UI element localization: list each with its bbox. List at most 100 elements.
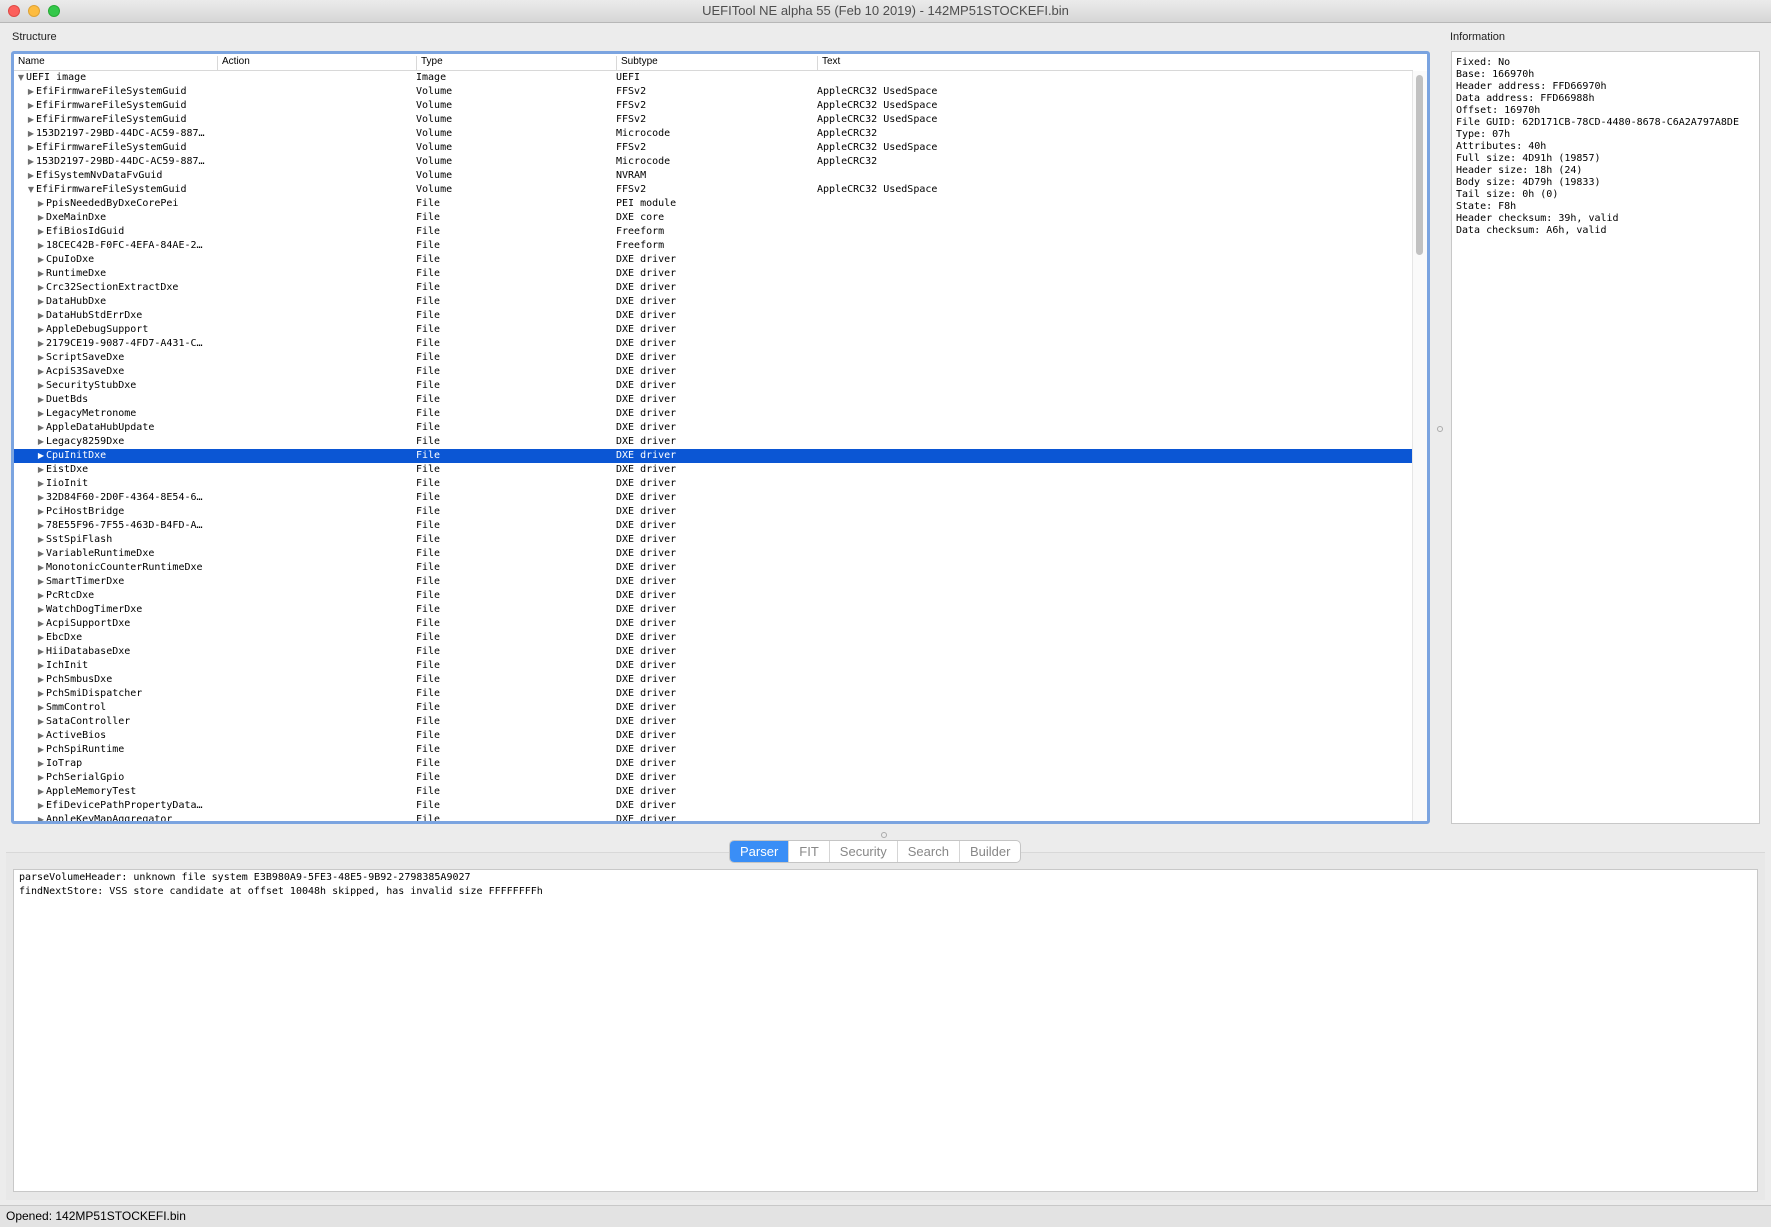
tree-row[interactable]: ▶ HiiDatabaseDxe File DXE driver [14, 645, 1413, 659]
expand-triangle-right-icon[interactable]: ▶ [36, 295, 46, 309]
tree-row[interactable]: ▶ DxeMainDxe File DXE core [14, 211, 1413, 225]
expand-triangle-right-icon[interactable]: ▶ [26, 127, 36, 141]
expand-triangle-right-icon[interactable]: ▶ [36, 715, 46, 729]
expand-triangle-right-icon[interactable]: ▶ [36, 267, 46, 281]
tree-row[interactable]: ▶ SataController File DXE driver [14, 715, 1413, 729]
tree-row[interactable]: ▶ PciHostBridge File DXE driver [14, 505, 1413, 519]
tree-row[interactable]: ▶ PchSmbusDxe File DXE driver [14, 673, 1413, 687]
tree-row[interactable]: ▶ PchSmiDispatcher File DXE driver [14, 687, 1413, 701]
tree-row[interactable]: ▶ AcpiS3SaveDxe File DXE driver [14, 365, 1413, 379]
tree-row[interactable]: ▶ AppleDebugSupport File DXE driver [14, 323, 1413, 337]
tree-row[interactable]: ▶ 32D84F60-2D0F-4364-8E54-6… File DXE drive… [14, 491, 1413, 505]
expand-triangle-right-icon[interactable]: ▶ [36, 687, 46, 701]
expand-triangle-right-icon[interactable]: ▶ [36, 365, 46, 379]
expand-triangle-down-icon[interactable]: ▼ [26, 183, 36, 197]
expand-triangle-right-icon[interactable]: ▶ [36, 701, 46, 715]
expand-triangle-right-icon[interactable]: ▶ [36, 813, 46, 821]
expand-triangle-right-icon[interactable]: ▶ [36, 645, 46, 659]
tree-row[interactable]: ▶ IioInit File DXE driver [14, 477, 1413, 491]
tree-row[interactable]: ▶ Legacy8259Dxe File DXE driver [14, 435, 1413, 449]
expand-triangle-right-icon[interactable]: ▶ [36, 253, 46, 267]
tree-row[interactable]: ▶ 18CEC42B-F0FC-4EFA-84AE-2… File Freeform [14, 239, 1413, 253]
tree-row[interactable]: ▶ WatchDogTimerDxe File DXE driver [14, 603, 1413, 617]
tab-fit[interactable]: FIT [788, 841, 829, 862]
tree-row[interactable]: ▶ SstSpiFlash File DXE driver [14, 533, 1413, 547]
tab-security[interactable]: Security [828, 841, 897, 862]
expand-triangle-right-icon[interactable]: ▶ [36, 589, 46, 603]
tree-row[interactable]: ▶ PchSerialGpio File DXE driver [14, 771, 1413, 785]
expand-triangle-right-icon[interactable]: ▶ [36, 211, 46, 225]
expand-triangle-right-icon[interactable]: ▶ [36, 673, 46, 687]
tree-row[interactable]: ▶ VariableRuntimeDxe File DXE driver [14, 547, 1413, 561]
tree-row[interactable]: ▶ CpuInitDxe File DXE driver [14, 449, 1413, 463]
expand-triangle-right-icon[interactable]: ▶ [36, 603, 46, 617]
expand-triangle-right-icon[interactable]: ▶ [36, 757, 46, 771]
expand-triangle-right-icon[interactable]: ▶ [26, 113, 36, 127]
tree-row[interactable]: ▶ EfiFirmwareFileSystemGuid Volume FFSv2 App… [14, 113, 1413, 127]
tree-row[interactable]: ▶ EfiFirmwareFileSystemGuid Volume FFSv2 App… [14, 85, 1413, 99]
parser-messages-list[interactable]: parseVolumeHeader: unknown file system E… [13, 869, 1758, 1192]
tree-row[interactable]: ▶ ScriptSaveDxe File DXE driver [14, 351, 1413, 365]
tree-row[interactable]: ▶ LegacyMetronome File DXE driver [14, 407, 1413, 421]
expand-triangle-right-icon[interactable]: ▶ [36, 225, 46, 239]
tree-row[interactable]: ▶ EfiFirmwareFileSystemGuid Volume FFSv2 App… [14, 141, 1413, 155]
expand-triangle-right-icon[interactable]: ▶ [36, 729, 46, 743]
tree-row[interactable]: ▶ DuetBds File DXE driver [14, 393, 1413, 407]
tree-row[interactable]: ▼ UEFI image Image UEFI [14, 71, 1413, 85]
expand-triangle-right-icon[interactable]: ▶ [36, 449, 46, 463]
column-header-name[interactable]: Name [14, 56, 217, 70]
expand-triangle-right-icon[interactable]: ▶ [36, 309, 46, 323]
tree-row[interactable]: ▶ 153D2197-29BD-44DC-AC59-887… Volume Micro… [14, 155, 1413, 169]
expand-triangle-right-icon[interactable]: ▶ [36, 435, 46, 449]
tree-row[interactable]: ▶ RuntimeDxe File DXE driver [14, 267, 1413, 281]
tab-builder[interactable]: Builder [958, 841, 1020, 862]
expand-triangle-right-icon[interactable]: ▶ [36, 575, 46, 589]
expand-triangle-right-icon[interactable]: ▶ [36, 533, 46, 547]
expand-triangle-right-icon[interactable]: ▶ [36, 281, 46, 295]
tree-row[interactable]: ▶ Crc32SectionExtractDxe File DXE driver [14, 281, 1413, 295]
tree-row[interactable]: ▶ SmartTimerDxe File DXE driver [14, 575, 1413, 589]
tree-row[interactable]: ▶ CpuIoDxe File DXE driver [14, 253, 1413, 267]
column-header-subtype[interactable]: Subtype [616, 56, 817, 70]
expand-triangle-right-icon[interactable]: ▶ [36, 519, 46, 533]
expand-triangle-right-icon[interactable]: ▶ [26, 85, 36, 99]
tab-search[interactable]: Search [896, 841, 959, 862]
message-line[interactable]: parseVolumeHeader: unknown file system E… [19, 871, 1752, 885]
expand-triangle-right-icon[interactable]: ▶ [36, 463, 46, 477]
tree-row[interactable]: ▶ AppleDataHubUpdate File DXE driver [14, 421, 1413, 435]
structure-tree[interactable]: Name Action Type Subtype Text ▼ UEFI imag… [11, 51, 1430, 824]
column-header-type[interactable]: Type [416, 56, 616, 70]
tree-row[interactable]: ▶ EistDxe File DXE driver [14, 463, 1413, 477]
expand-triangle-right-icon[interactable]: ▶ [36, 407, 46, 421]
expand-triangle-right-icon[interactable]: ▶ [36, 659, 46, 673]
column-header-action[interactable]: Action [217, 56, 416, 70]
tree-row[interactable]: ▶ EfiDevicePathPropertyData… File DXE drive… [14, 799, 1413, 813]
expand-triangle-right-icon[interactable]: ▶ [36, 547, 46, 561]
expand-triangle-right-icon[interactable]: ▶ [36, 561, 46, 575]
expand-triangle-right-icon[interactable]: ▶ [36, 197, 46, 211]
tree-row[interactable]: ▶ PpisNeededByDxeCorePei File PEI module [14, 197, 1413, 211]
tree-row[interactable]: ▶ AppleKeyMapAggregator File DXE driver [14, 813, 1413, 821]
expand-triangle-right-icon[interactable]: ▶ [36, 421, 46, 435]
column-header-text[interactable]: Text [817, 56, 1417, 70]
tree-row[interactable]: ▶ SecurityStubDxe File DXE driver [14, 379, 1413, 393]
tree-row[interactable]: ▶ 2179CE19-9087-4FD7-A431-C… File DXE drive… [14, 337, 1413, 351]
tree-row[interactable]: ▶ MonotonicCounterRuntimeDxe File DXE drive… [14, 561, 1413, 575]
expand-triangle-right-icon[interactable]: ▶ [36, 323, 46, 337]
tree-row[interactable]: ▶ DataHubStdErrDxe File DXE driver [14, 309, 1413, 323]
expand-triangle-right-icon[interactable]: ▶ [36, 743, 46, 757]
expand-triangle-right-icon[interactable]: ▶ [36, 631, 46, 645]
expand-triangle-right-icon[interactable]: ▶ [36, 379, 46, 393]
expand-triangle-right-icon[interactable]: ▶ [36, 491, 46, 505]
expand-triangle-right-icon[interactable]: ▶ [26, 169, 36, 183]
tree-row[interactable]: ▶ ActiveBios File DXE driver [14, 729, 1413, 743]
tree-row[interactable]: ▶ PcRtcDxe File DXE driver [14, 589, 1413, 603]
tree-row[interactable]: ▶ 78E55F96-7F55-463D-B4FD-A… File DXE drive… [14, 519, 1413, 533]
expand-triangle-right-icon[interactable]: ▶ [26, 155, 36, 169]
expand-triangle-right-icon[interactable]: ▶ [36, 337, 46, 351]
tree-scrollbar[interactable] [1412, 71, 1427, 821]
tree-row[interactable]: ▶ AcpiSupportDxe File DXE driver [14, 617, 1413, 631]
expand-triangle-down-icon[interactable]: ▼ [16, 71, 26, 85]
expand-triangle-right-icon[interactable]: ▶ [36, 393, 46, 407]
expand-triangle-right-icon[interactable]: ▶ [36, 505, 46, 519]
